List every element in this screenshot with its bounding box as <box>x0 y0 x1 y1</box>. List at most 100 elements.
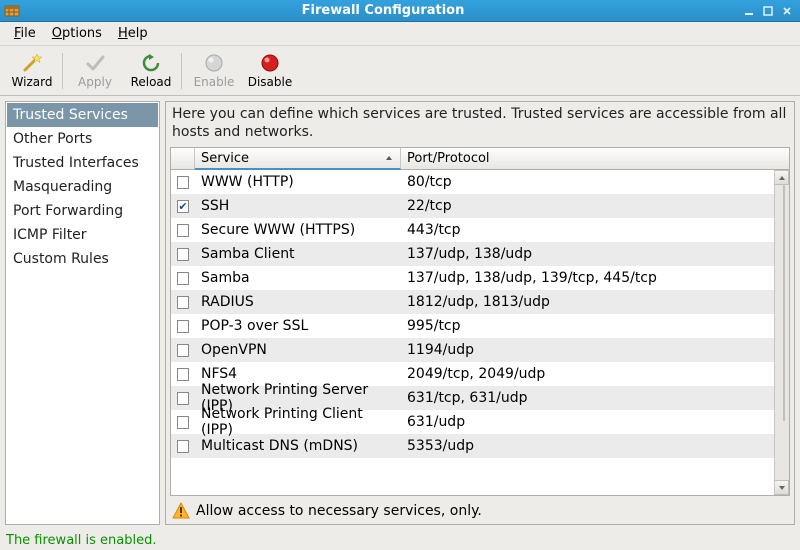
service-port: 2049/tcp, 2049/udp <box>401 366 789 382</box>
statusbar: The firewall is enabled. <box>0 530 800 550</box>
menubar: File Options Help <box>0 22 800 46</box>
table-body: WWW (HTTP)80/tcp✔SSH22/tcpSecure WWW (HT… <box>171 170 789 495</box>
service-checkbox[interactable] <box>177 416 189 429</box>
sidebar-item-port-forwarding[interactable]: Port Forwarding <box>7 199 158 223</box>
table-row[interactable]: WWW (HTTP)80/tcp <box>171 170 789 194</box>
service-name: Samba Client <box>195 246 401 262</box>
menu-options[interactable]: Options <box>44 24 110 43</box>
col-service-label: Service <box>201 151 249 166</box>
row-checkbox-cell <box>171 368 195 381</box>
table-row[interactable]: Samba137/udp, 138/udp, 139/tcp, 445/tcp <box>171 266 789 290</box>
service-checkbox[interactable] <box>177 272 189 285</box>
table-row[interactable]: ✔SSH22/tcp <box>171 194 789 218</box>
table-row[interactable]: Multicast DNS (mDNS)5353/udp <box>171 434 789 458</box>
sidebar-item-masquerading[interactable]: Masquerading <box>7 175 158 199</box>
service-name: NFS4 <box>195 366 401 382</box>
services-table: Service Port/Protocol WWW (HTTP)80/tcp✔S… <box>170 147 790 496</box>
service-name: WWW (HTTP) <box>195 174 401 190</box>
service-port: 631/tcp, 631/udp <box>401 390 789 406</box>
service-port: 1194/udp <box>401 342 789 358</box>
row-checkbox-cell <box>171 440 195 453</box>
col-port[interactable]: Port/Protocol <box>401 148 789 169</box>
sidebar-item-other-ports[interactable]: Other Ports <box>7 127 158 151</box>
apply-label: Apply <box>78 75 112 89</box>
sidebar-item-label: Other Ports <box>13 131 92 147</box>
service-checkbox[interactable] <box>177 248 189 261</box>
status-text: The firewall is enabled. <box>6 533 156 548</box>
sidebar-item-label: Port Forwarding <box>13 203 123 219</box>
service-port: 137/udp, 138/udp <box>401 246 789 262</box>
titlebar: Firewall Configuration <box>0 0 800 22</box>
content-pane: Here you can define which services are t… <box>165 101 795 525</box>
window-buttons <box>740 3 796 19</box>
scroll-down-button[interactable] <box>775 480 789 495</box>
row-checkbox-cell <box>171 344 195 357</box>
service-port: 80/tcp <box>401 174 789 190</box>
table-row[interactable]: Samba Client137/udp, 138/udp <box>171 242 789 266</box>
vertical-scrollbar[interactable] <box>774 170 789 495</box>
service-name: OpenVPN <box>195 342 401 358</box>
sidebar-item-label: Masquerading <box>13 179 112 195</box>
service-port: 5353/udp <box>401 438 789 454</box>
wizard-button[interactable]: Wizard <box>4 48 60 94</box>
sidebar-item-custom-rules[interactable]: Custom Rules <box>7 247 158 271</box>
maximize-button[interactable] <box>759 3 777 19</box>
wizard-label: Wizard <box>12 75 53 89</box>
service-checkbox[interactable] <box>177 440 189 453</box>
close-button[interactable] <box>778 3 796 19</box>
row-checkbox-cell <box>171 296 195 309</box>
toolbar: Wizard Apply Reload Enable Disable <box>0 46 800 96</box>
check-icon <box>84 52 106 74</box>
minimize-button[interactable] <box>740 3 758 19</box>
col-service[interactable]: Service <box>195 148 401 170</box>
apply-button[interactable]: Apply <box>67 48 123 94</box>
toolbar-separator <box>181 53 182 89</box>
service-checkbox[interactable] <box>177 320 189 333</box>
service-port: 1812/udp, 1813/udp <box>401 294 789 310</box>
sidebar-item-label: Trusted Interfaces <box>13 155 139 171</box>
table-header: Service Port/Protocol <box>171 148 789 170</box>
warning-icon <box>172 502 190 520</box>
table-row[interactable]: Network Printing Client (IPP)631/udp <box>171 410 789 434</box>
reload-button[interactable]: Reload <box>123 48 179 94</box>
service-name: Multicast DNS (mDNS) <box>195 438 401 454</box>
menu-help[interactable]: Help <box>110 24 156 43</box>
scroll-thumb[interactable] <box>783 185 785 421</box>
enable-label: Enable <box>194 75 235 89</box>
sort-indicator-icon <box>384 153 394 163</box>
service-checkbox[interactable] <box>177 368 189 381</box>
table-row[interactable]: POP-3 over SSL995/tcp <box>171 314 789 338</box>
col-checkbox[interactable] <box>171 148 195 169</box>
sidebar-item-trusted-interfaces[interactable]: Trusted Interfaces <box>7 151 158 175</box>
table-row[interactable]: Secure WWW (HTTPS)443/tcp <box>171 218 789 242</box>
main-area: Trusted Services Other Ports Trusted Inter… <box>0 96 800 530</box>
service-port: 137/udp, 138/udp, 139/tcp, 445/tcp <box>401 270 789 286</box>
disable-button[interactable]: Disable <box>242 48 298 94</box>
row-checkbox-cell <box>171 392 195 405</box>
service-checkbox[interactable] <box>177 344 189 357</box>
service-checkbox[interactable] <box>177 176 189 189</box>
sidebar-item-trusted-services[interactable]: Trusted Services <box>7 103 158 127</box>
enable-button[interactable]: Enable <box>186 48 242 94</box>
menu-file[interactable]: File <box>6 24 44 43</box>
sidebar: Trusted Services Other Ports Trusted Inter… <box>5 101 160 525</box>
disable-icon <box>259 52 281 74</box>
service-checkbox[interactable] <box>177 296 189 309</box>
service-checkbox[interactable]: ✔ <box>177 200 189 213</box>
service-port: 995/tcp <box>401 318 789 334</box>
service-port: 631/udp <box>401 414 789 430</box>
table-row[interactable]: RADIUS1812/udp, 1813/udp <box>171 290 789 314</box>
scroll-up-button[interactable] <box>775 170 789 185</box>
row-checkbox-cell <box>171 248 195 261</box>
service-checkbox[interactable] <box>177 224 189 237</box>
col-port-label: Port/Protocol <box>407 151 490 166</box>
disable-label: Disable <box>248 75 293 89</box>
service-name: RADIUS <box>195 294 401 310</box>
sidebar-item-icmp-filter[interactable]: ICMP Filter <box>7 223 158 247</box>
window-title: Firewall Configuration <box>26 3 740 18</box>
service-checkbox[interactable] <box>177 392 189 405</box>
sidebar-item-label: ICMP Filter <box>13 227 87 243</box>
reload-label: Reload <box>131 75 172 89</box>
table-row[interactable]: OpenVPN1194/udp <box>171 338 789 362</box>
enable-icon <box>203 52 225 74</box>
